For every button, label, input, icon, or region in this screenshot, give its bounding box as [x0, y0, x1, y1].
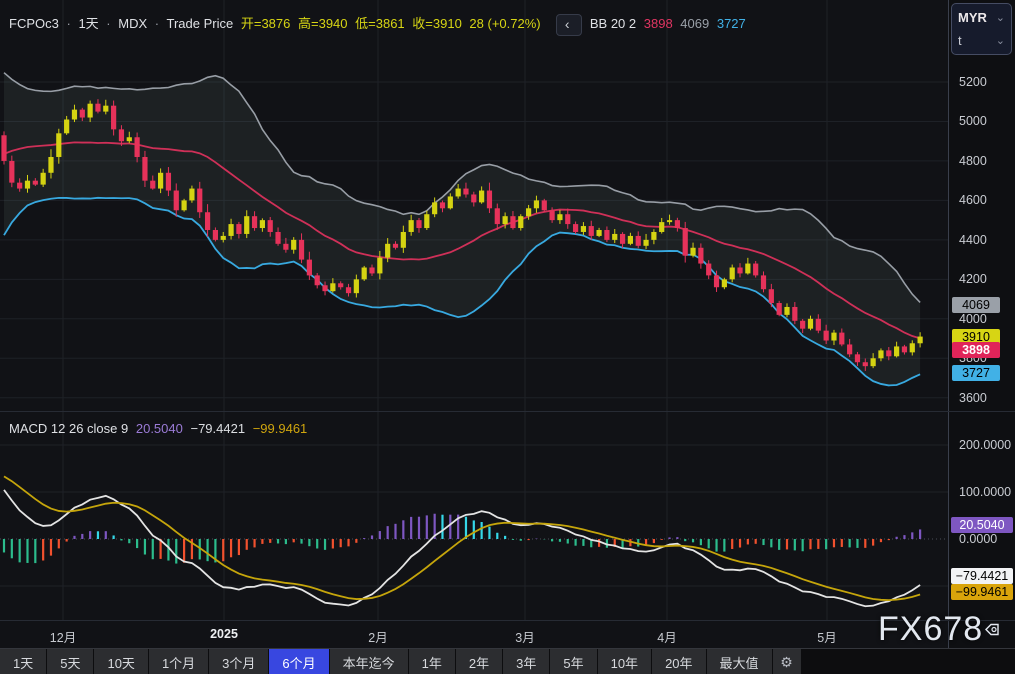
- range-button-5天[interactable]: 5天: [47, 649, 93, 674]
- macd-hist-value: 20.5040: [136, 421, 183, 436]
- range-button-最大值[interactable]: 最大值: [707, 649, 772, 674]
- chevron-down-icon: ⌄: [996, 13, 1005, 23]
- range-button-3个月[interactable]: 3个月: [209, 649, 268, 674]
- macd-legend: MACD 12 26 close 9 20.5040 −79.4421 −99.…: [9, 421, 311, 436]
- macd-canvas[interactable]: [0, 412, 948, 620]
- price-tick: 5200: [959, 75, 987, 89]
- unit-row[interactable]: t ⌄: [958, 33, 1005, 48]
- macd-tick: 100.0000: [959, 485, 1011, 499]
- price-badge-3898: 3898: [952, 342, 1000, 358]
- candle: [362, 266, 367, 281]
- bb-title[interactable]: BB 20 2: [590, 16, 636, 31]
- ohlc-open: 开=3876: [241, 16, 291, 31]
- range-button-5年[interactable]: 5年: [550, 649, 596, 674]
- range-button-20年[interactable]: 20年: [652, 649, 705, 674]
- price-tick: 4400: [959, 233, 987, 247]
- macd-title[interactable]: MACD 12 26 close 9: [9, 421, 128, 436]
- time-axis[interactable]: 12月 2025 2月 3月 4月 5月: [0, 620, 948, 648]
- macd-line: [4, 490, 920, 606]
- range-button-1个月[interactable]: 1个月: [149, 649, 208, 674]
- macd-badge-−79.4421: −79.4421: [951, 568, 1013, 584]
- price-tick: 4800: [959, 154, 987, 168]
- main-chart-canvas[interactable]: [0, 0, 948, 412]
- range-button-10年[interactable]: 10年: [598, 649, 651, 674]
- price-tick: 4600: [959, 193, 987, 207]
- candle: [542, 199, 547, 212]
- macd-badge-−99.9461: −99.9461: [951, 584, 1013, 600]
- symbol-name[interactable]: FCPOc3: [9, 16, 59, 31]
- price-tick: 4000: [959, 312, 987, 326]
- currency-selector[interactable]: MYR ⌄ t ⌄: [951, 3, 1012, 55]
- macd-signal-line: [4, 476, 920, 600]
- macd-line-value: −79.4421: [190, 421, 245, 436]
- tag-icon: [984, 621, 1001, 638]
- collapse-button[interactable]: ‹: [556, 14, 582, 36]
- time-label-5月: 5月: [817, 627, 836, 646]
- bb-basis-value: 3898: [644, 16, 673, 31]
- ohlc-low: 低=3861: [355, 16, 405, 31]
- range-button-3年[interactable]: 3年: [503, 649, 549, 674]
- range-button-1年[interactable]: 1年: [409, 649, 455, 674]
- time-label-2025: 2025: [210, 627, 238, 641]
- range-button-6个月[interactable]: 6个月: [269, 649, 328, 674]
- trading-app: FCPOc3 · 1天 · MDX · Trade Price 开=3876 高…: [0, 0, 1015, 674]
- price-tick: 5000: [959, 114, 987, 128]
- interval-label[interactable]: 1天: [78, 16, 98, 31]
- macd-tick: 0.0000: [959, 532, 997, 546]
- macd-badge-20.5040: 20.5040: [951, 517, 1013, 533]
- toolbar: 1天5天10天1个月3个月6个月本年迄今1年2年3年5年10年20年最大值 ⚙: [0, 648, 1015, 674]
- time-label-12月: 12月: [50, 627, 76, 646]
- candle: [722, 278, 727, 289]
- currency-row[interactable]: MYR ⌄: [958, 10, 1005, 25]
- ohlc-close: 收=3910: [412, 16, 462, 31]
- range-button-本年迄今[interactable]: 本年迄今: [330, 649, 408, 674]
- price-tick: 3600: [959, 391, 987, 405]
- chevron-down-icon: ⌄: [996, 36, 1005, 46]
- candle: [181, 199, 186, 212]
- range-button-10天[interactable]: 10天: [94, 649, 147, 674]
- exchange-label: MDX: [118, 16, 147, 31]
- time-label-2月: 2月: [368, 627, 387, 646]
- price-tick: 4200: [959, 272, 987, 286]
- macd-signal-value: −99.9461: [253, 421, 308, 436]
- price-badge-4069: 4069: [952, 297, 1000, 313]
- candle: [1, 131, 6, 164]
- series-type-label: Trade Price: [167, 16, 234, 31]
- pane-divider: [0, 620, 1015, 621]
- bb-upper-value: 4069: [680, 16, 709, 31]
- bb-lower-value: 3727: [717, 16, 746, 31]
- change-label: 28 (+0.72%): [469, 16, 540, 31]
- unit-label: t: [958, 33, 962, 48]
- range-button-1天[interactable]: 1天: [0, 649, 46, 674]
- gear-icon: ⚙: [780, 654, 793, 670]
- chevron-left-icon: ‹: [565, 16, 570, 32]
- time-label-4月: 4月: [657, 627, 676, 646]
- range-button-2年[interactable]: 2年: [456, 649, 502, 674]
- watermark: FX678: [878, 610, 1001, 649]
- currency-label: MYR: [958, 10, 987, 25]
- candle: [777, 301, 782, 316]
- range-buttons: 1天5天10天1个月3个月6个月本年迄今1年2年3年5年10年20年最大值: [0, 649, 773, 674]
- chart-header: FCPOc3 · 1天 · MDX · Trade Price 开=3876 高…: [9, 13, 750, 36]
- ohlc-high: 高=3940: [298, 16, 348, 31]
- price-badge-3727: 3727: [952, 365, 1000, 381]
- watermark-text: FX678: [878, 610, 983, 649]
- macd-tick: 200.0000: [959, 438, 1011, 452]
- right-axis[interactable]: 5200500048004600440042004000380036004069…: [948, 0, 1015, 648]
- pane-divider[interactable]: [0, 411, 1015, 412]
- settings-button[interactable]: ⚙: [773, 649, 801, 674]
- time-label-3月: 3月: [515, 627, 534, 646]
